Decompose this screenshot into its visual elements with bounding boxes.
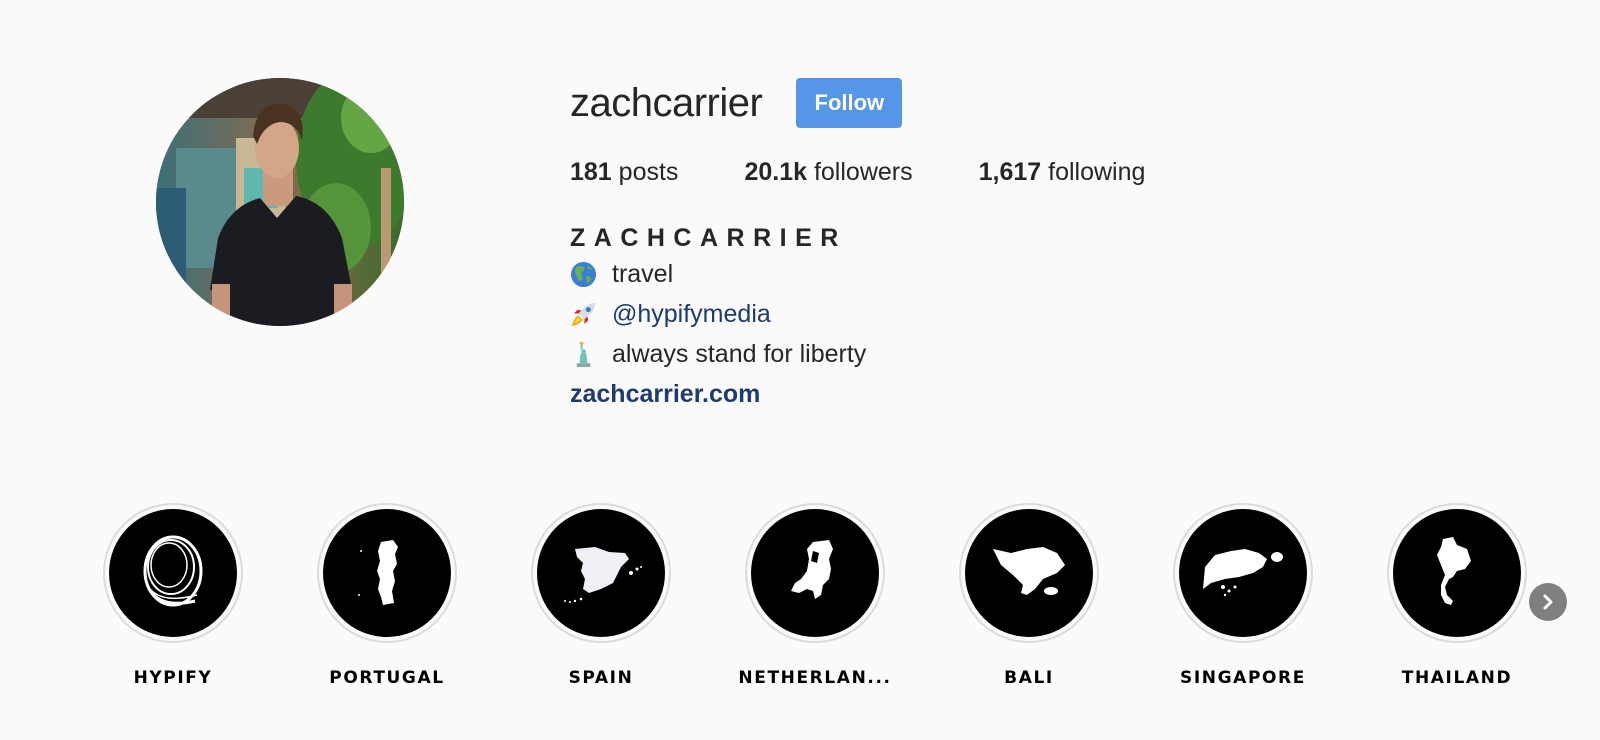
posts-count: 181 — [570, 158, 612, 186]
bio-text-liberty: always stand for liberty — [612, 340, 867, 368]
posts-label: posts — [618, 158, 679, 186]
thailand-map-icon — [1437, 537, 1471, 605]
netherlands-map-icon — [791, 540, 833, 599]
highlight-label: SPAIN — [568, 668, 634, 688]
highlight-hypify[interactable]: HYPIFY — [66, 503, 280, 689]
highlight-cover — [323, 509, 451, 637]
highlight-spain[interactable]: SPAIN — [494, 503, 708, 689]
following-count: 1,617 — [978, 158, 1042, 186]
highlight-label: SINGAPORE — [1180, 668, 1306, 688]
bio-text-travel: travel — [612, 260, 674, 288]
story-highlights: HYPIFY PORTUGAL SPAIN NETHERLAN... BALI … — [0, 503, 1600, 703]
profile-full-name: ZACHCARRIER — [570, 224, 847, 252]
astronaut-helmet-icon — [143, 535, 203, 607]
highlight-bali[interactable]: BALI — [922, 503, 1136, 689]
highlight-cover — [1393, 509, 1521, 637]
highlight-ring — [531, 503, 671, 643]
highlight-label: PORTUGAL — [329, 668, 445, 688]
followers-label: followers — [813, 158, 913, 186]
bali-map-icon — [993, 547, 1065, 595]
highlight-label: HYPIFY — [133, 668, 213, 688]
spain-map-icon — [564, 547, 642, 603]
profile-page: zachcarrier Follow 181 posts 20.1k follo… — [0, 0, 1600, 740]
title-row: zachcarrier Follow — [570, 78, 1145, 128]
bio-line-travel: travel — [570, 254, 1145, 294]
bio-line-liberty: always stand for liberty — [570, 334, 1145, 374]
avatar-photo — [156, 78, 404, 326]
highlight-ring — [745, 503, 885, 643]
highlight-portugal[interactable]: PORTUGAL — [280, 503, 494, 689]
highlight-cover — [537, 509, 665, 637]
highlight-cover — [1179, 509, 1307, 637]
chevron-right-icon — [1543, 594, 1553, 610]
stat-following[interactable]: 1,617 following — [979, 156, 1146, 188]
globe-americas-icon — [570, 261, 612, 288]
bio-mention-link[interactable]: @hypifymedia — [612, 294, 771, 334]
highlight-cover — [109, 509, 237, 637]
highlight-ring — [959, 503, 1099, 643]
stat-followers[interactable]: 20.1k followers — [744, 156, 912, 188]
highlight-netherlands[interactable]: NETHERLAN... — [708, 503, 922, 689]
highlight-ring — [1173, 503, 1313, 643]
profile-website-link[interactable]: zachcarrier.com — [570, 374, 760, 414]
portugal-map-icon — [358, 540, 398, 605]
bio-line-mention: @hypifymedia — [570, 294, 1145, 334]
profile-stats: 181 posts 20.1k followers 1,617 followin… — [570, 156, 1145, 188]
highlight-label: THAILAND — [1401, 668, 1513, 688]
highlight-label: NETHERLAN... — [738, 668, 892, 688]
highlight-label: BALI — [1004, 668, 1054, 688]
singapore-map-icon — [1203, 549, 1283, 597]
highlights-next-button[interactable] — [1529, 583, 1567, 621]
profile-avatar[interactable] — [156, 78, 404, 326]
highlight-ring — [317, 503, 457, 643]
followers-count: 20.1k — [744, 158, 807, 186]
highlight-singapore[interactable]: SINGAPORE — [1136, 503, 1350, 689]
stat-posts: 181 posts — [570, 156, 678, 188]
follow-button[interactable]: Follow — [796, 78, 903, 128]
profile-bio: travel @hypifymedia always stand for lib… — [570, 254, 1145, 374]
profile-username: zachcarrier — [570, 81, 763, 125]
profile-info: zachcarrier Follow 181 posts 20.1k follo… — [570, 78, 1145, 414]
highlight-cover — [751, 509, 879, 637]
following-label: following — [1048, 158, 1146, 186]
highlight-ring — [103, 503, 243, 643]
rocket-icon — [570, 301, 612, 328]
highlight-ring — [1387, 503, 1527, 643]
highlight-cover — [965, 509, 1093, 637]
statue-of-liberty-icon — [570, 341, 612, 368]
